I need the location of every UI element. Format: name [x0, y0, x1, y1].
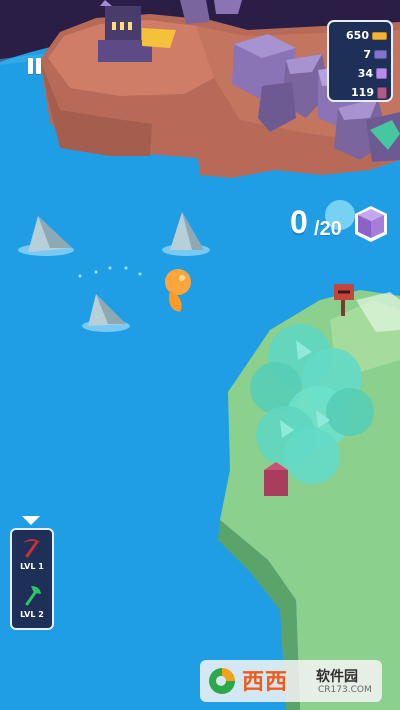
watermark-title: 西西: [242, 670, 289, 695]
resource-row-stone: 34: [329, 64, 387, 83]
collected-count: 0: [290, 204, 308, 240]
watermark-logo: [209, 668, 235, 694]
tool-axe[interactable]: LVL 2: [12, 580, 52, 628]
tool-level: LVL 2: [20, 610, 44, 619]
resource-row-crystal: 119: [329, 83, 387, 102]
tools-panel: LVL 1 LVL 2: [10, 528, 54, 630]
plank-icon: [374, 50, 387, 59]
resource-count: 34: [357, 67, 373, 80]
collection-capacity: /20: [314, 218, 342, 240]
watermark-subtitle: 软件园: [316, 669, 358, 685]
game-screen: 650 7 34 119 0 /20 LVL 1 LVL 2 西西 软件园 CR…: [0, 0, 400, 710]
collection-counter: 0 /20: [290, 200, 394, 246]
game-scene: [0, 0, 400, 710]
pause-bar-right: [36, 58, 41, 74]
tools-collapse-arrow-icon[interactable]: [22, 516, 40, 525]
pickaxe-icon: [23, 539, 41, 558]
axe-icon: [25, 586, 41, 606]
resource-count: 7: [363, 48, 371, 61]
stone-icon: [376, 68, 387, 79]
resource-count: 650: [346, 29, 369, 42]
watermark: 西西 软件园 CR173.COM: [200, 660, 382, 702]
pause-bar-left: [28, 58, 33, 74]
tool-pickaxe[interactable]: LVL 1: [12, 532, 52, 580]
pause-button[interactable]: [26, 58, 44, 76]
resource-row-gold: 650: [329, 26, 387, 45]
purple-cube-icon: [355, 206, 387, 242]
resource-panel: 650 7 34 119: [327, 20, 393, 102]
watermark-url: CR173.COM: [318, 685, 372, 695]
resource-row-plank: 7: [329, 45, 387, 64]
resource-count: 119: [351, 86, 374, 99]
capacity-value: 20: [319, 218, 342, 240]
tool-level: LVL 1: [20, 562, 44, 571]
gold-bar-icon: [372, 31, 387, 40]
crystal-cube-icon: [377, 86, 387, 99]
